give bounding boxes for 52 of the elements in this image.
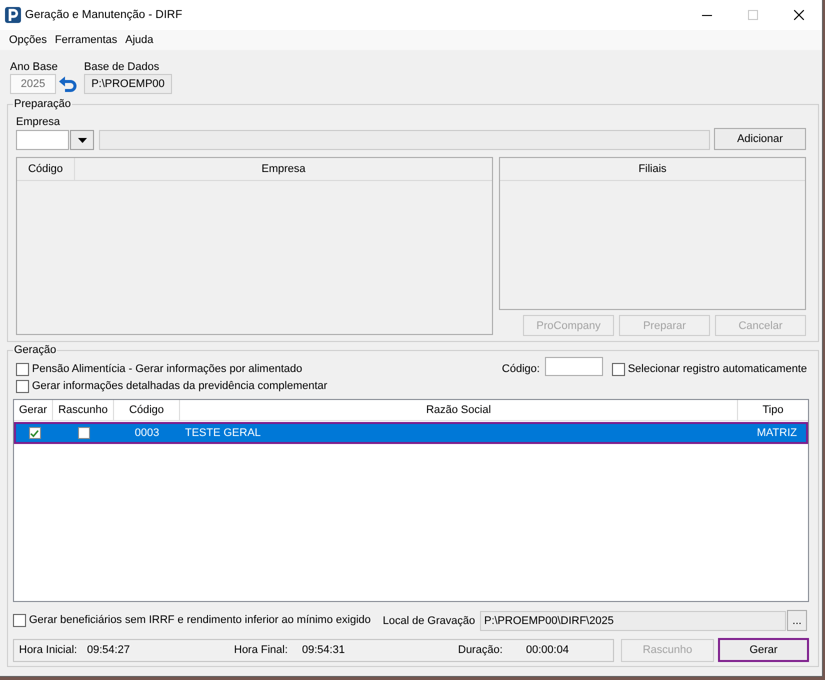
status-label: Duração: [458, 644, 503, 656]
checkbox-label[interactable]: Gerar beneficiários sem IRRF e rendimento inferior ao mínimo exigido [29, 614, 371, 627]
checkbox-label[interactable]: Gerar informações detalhadas da previdência complementar [32, 380, 328, 393]
maximize-icon [748, 10, 758, 20]
status-value: 09:54:31 [302, 644, 345, 656]
close-icon [794, 10, 804, 20]
table-cell: 0003 [134, 426, 160, 440]
column-header[interactable]: Rascunho [53, 400, 114, 420]
add-button[interactable]: Adicionar [714, 128, 806, 150]
checkbox[interactable] [612, 363, 625, 376]
field-label: Código: [502, 363, 540, 376]
field-label: Empresa [16, 116, 60, 129]
field-label: Base de Dados [84, 60, 160, 74]
status-label: Hora Inicial: [19, 644, 78, 656]
checkbox-label[interactable]: Selecionar registro automaticamente [628, 363, 807, 376]
status-value: 09:54:27 [87, 644, 130, 656]
menu-item[interactable]: Ferramentas [50, 32, 122, 48]
action-button[interactable]: Gerar [718, 638, 809, 662]
table-cell-text: TESTE GERAL [184, 426, 261, 440]
code-field[interactable] [544, 357, 603, 376]
window-title: Geração e Manutenção - DIRF [25, 9, 182, 21]
table-cell: MATRIZ [756, 426, 797, 440]
minimize-icon [702, 14, 712, 16]
column-header[interactable]: Código [114, 400, 180, 420]
path-field[interactable]: P:\PROEMP00\DIRF\2025 [480, 610, 786, 630]
status-value: 00:00:04 [526, 644, 569, 656]
checkbox[interactable] [13, 614, 26, 627]
column-header[interactable]: Tipo [738, 400, 808, 420]
caret-icon [78, 138, 86, 142]
browse-button[interactable]: ... [787, 610, 807, 631]
table-row[interactable]: 0003 TESTE GERAL MATRIZ [14, 422, 808, 444]
checkbox[interactable] [16, 363, 29, 376]
checkbox[interactable] [78, 427, 90, 439]
column-header[interactable]: Razão Social [180, 400, 738, 420]
field-label: Ano Base [10, 60, 58, 74]
menu-item[interactable]: Opções [5, 32, 51, 48]
group-title: Geração [13, 343, 58, 357]
company-code-field[interactable] [16, 130, 69, 150]
dropdown-button[interactable] [70, 130, 94, 150]
database-field[interactable]: P:\PROEMP00 [84, 74, 172, 94]
checkbox[interactable] [16, 380, 29, 393]
field-label: Local de Gravação [382, 614, 476, 626]
status-label: Hora Final: [234, 644, 288, 656]
app-logo-icon [5, 7, 21, 23]
company-name-field[interactable] [99, 130, 710, 150]
column-header[interactable]: Gerar [14, 400, 53, 420]
group-title: Preparação [13, 97, 72, 111]
checkbox-label[interactable]: Pensão Alimentícia - Gerar informações por alimentado [32, 363, 302, 376]
checkmark-icon [30, 428, 39, 438]
menu-item[interactable]: Ajuda [121, 32, 158, 48]
checkbox[interactable] [28, 427, 40, 439]
undo-icon[interactable] [58, 74, 78, 94]
